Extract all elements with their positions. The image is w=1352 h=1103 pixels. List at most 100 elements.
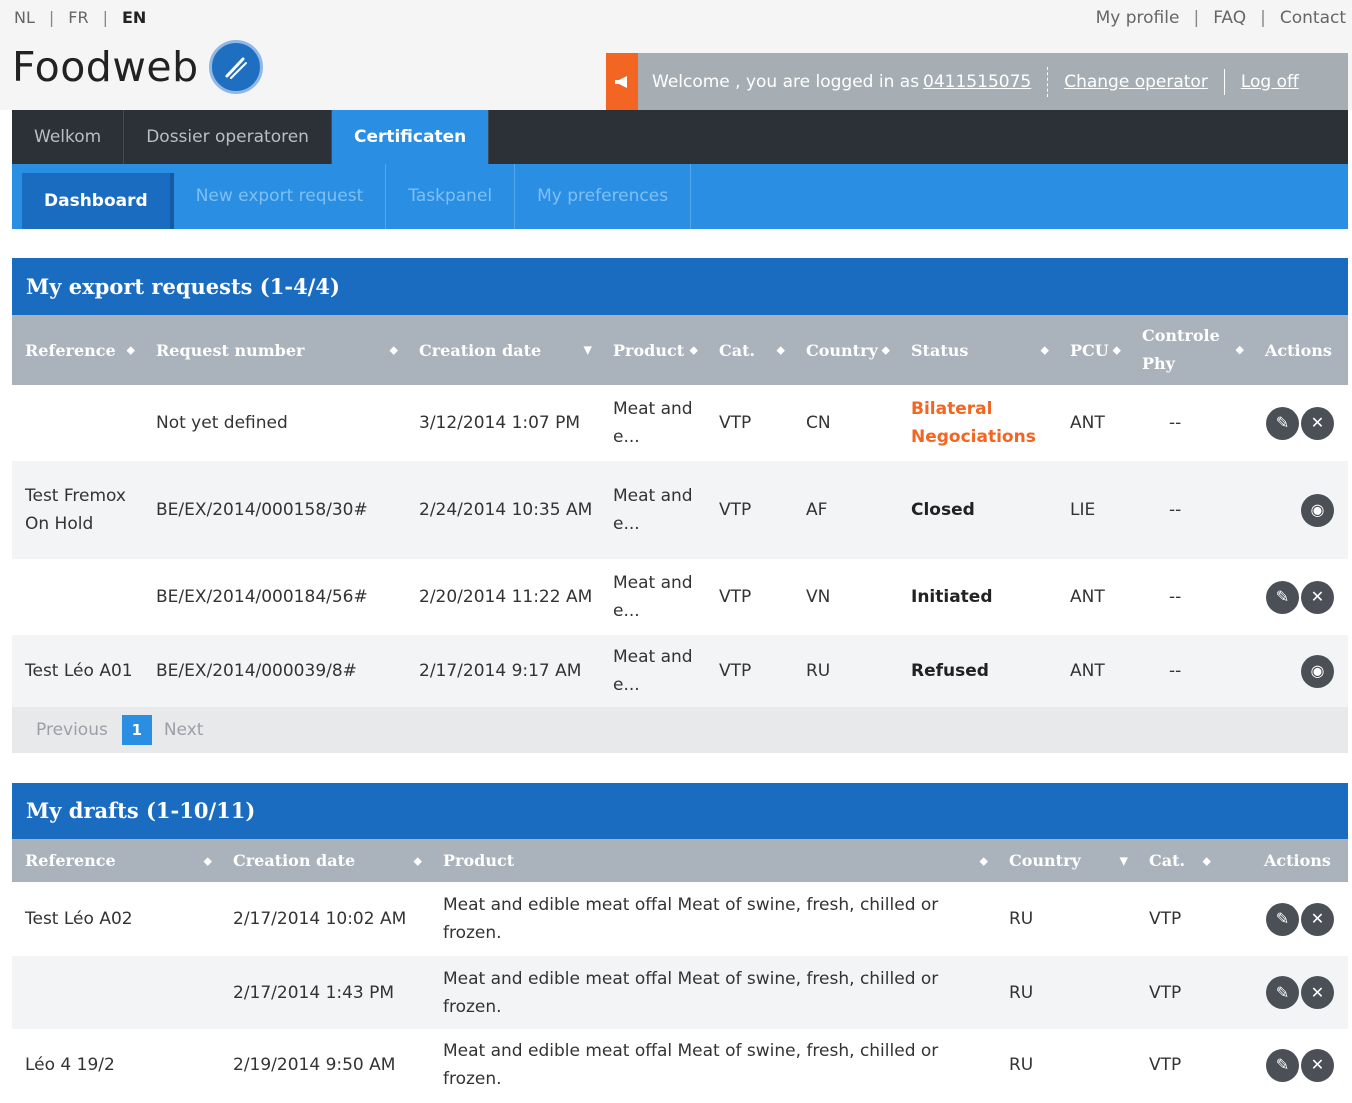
cell-creation-date: 2/17/2014 9:17 AM <box>406 635 600 707</box>
col-request-number[interactable]: Request number ◆ <box>143 315 406 385</box>
cell-product: Meat and edible meat offal Meat of swine… <box>443 1041 939 1089</box>
tab-dossier-operatoren[interactable]: Dossier operatoren <box>124 110 332 164</box>
sort-desc-icon: ▼ <box>1119 854 1128 867</box>
cell-reference <box>12 956 220 1029</box>
col-reference[interactable]: Reference ◆ <box>12 315 143 385</box>
cell-request-number: BE/EX/2014/000158/30# <box>143 461 406 559</box>
edit-icon[interactable]: ✎ <box>1266 976 1299 1009</box>
col-status[interactable]: Status ◆ <box>898 315 1057 385</box>
col-product[interactable]: Product ◆ <box>600 315 706 385</box>
col-cat[interactable]: Cat. ◆ <box>706 315 793 385</box>
delete-icon[interactable]: ✕ <box>1301 902 1334 936</box>
cell-request-number: BE/EX/2014/000039/8# <box>143 635 406 707</box>
cell-controle: -- <box>1169 413 1182 433</box>
sort-icon: ◆ <box>1202 854 1211 867</box>
col-product[interactable]: Product ◆ <box>430 839 996 882</box>
cell-controle: -- <box>1129 461 1252 559</box>
sort-icon: ◆ <box>203 854 212 867</box>
pagination: Previous 1 Next <box>12 707 1348 753</box>
status-badge: Refused <box>898 635 1057 707</box>
top-links: My profile | FAQ | Contact <box>1096 8 1346 28</box>
delete-icon[interactable]: ✕ <box>1301 406 1334 440</box>
faq-link[interactable]: FAQ <box>1213 8 1246 28</box>
sort-icon: ◆ <box>126 343 135 357</box>
cell-actions: ✎ ✕ <box>1252 385 1348 461</box>
subnav-taskpanel[interactable]: Taskpanel <box>386 164 516 229</box>
cell-country: CN <box>806 413 831 433</box>
next-button[interactable]: Next <box>164 720 204 740</box>
sort-icon: ◆ <box>1235 343 1244 356</box>
subnav-dashboard[interactable]: Dashboard <box>22 173 174 229</box>
cell-reference <box>12 385 143 461</box>
divider <box>1047 66 1049 97</box>
drafts-table: Reference ◆ Creation date ◆ Product ◆ Count… <box>12 839 1348 1101</box>
edit-icon[interactable]: ✎ <box>1266 580 1299 614</box>
megaphone-icon[interactable] <box>606 53 638 110</box>
cell-actions: ✎ ✕ <box>1251 1029 1348 1101</box>
cell-cat: VTP <box>1149 1055 1182 1075</box>
edit-icon[interactable]: ✎ <box>1266 1048 1299 1082</box>
page-number-button[interactable]: 1 <box>121 715 152 745</box>
col-country[interactable]: Country ▼ <box>996 839 1136 882</box>
cell-request-number: Not yet defined <box>156 413 288 433</box>
tab-certificaten[interactable]: Certificaten <box>331 110 490 164</box>
cell-actions: ✎ ✕ <box>1251 882 1348 956</box>
subnav-my-preferences[interactable]: My preferences <box>515 164 692 229</box>
cell-reference: Test Léo A02 <box>25 909 133 929</box>
sort-icon: ◆ <box>1040 343 1049 357</box>
view-icon[interactable]: ◉ <box>1301 493 1334 527</box>
cell-country: RU <box>793 635 898 707</box>
lang-nl[interactable]: NL <box>14 8 35 27</box>
cell-reference: Test Léo A01 <box>12 635 143 707</box>
delete-icon[interactable]: ✕ <box>1301 1048 1334 1082</box>
col-country[interactable]: Country ◆ <box>793 315 898 385</box>
cell-request-number: BE/EX/2014/000184/56# <box>156 587 368 607</box>
cell-pcu: ANT <box>1070 413 1105 433</box>
table-row: Test Léo A01 BE/EX/2014/000039/8# 2/17/2… <box>12 635 1348 707</box>
col-reference[interactable]: Reference ◆ <box>12 839 220 882</box>
sort-icon: ◆ <box>881 343 890 357</box>
sort-icon: ◆ <box>689 343 698 357</box>
col-controle-phy[interactable]: Controle Phy ◆ <box>1129 315 1252 385</box>
delete-icon[interactable]: ✕ <box>1301 976 1334 1009</box>
change-operator-link[interactable]: Change operator <box>1064 72 1208 92</box>
export-requests-title: My export requests (1-4/4) <box>12 258 1348 315</box>
lang-fr[interactable]: FR <box>68 8 88 27</box>
cell-actions: ◉ <box>1252 461 1348 559</box>
table-row: 2/17/2014 1:43 PM Meat and edible meat o… <box>12 956 1348 1029</box>
cell-controle: -- <box>1169 587 1182 607</box>
cell-actions: ◉ <box>1252 635 1348 707</box>
col-creation-date[interactable]: Creation date ▼ <box>406 315 600 385</box>
cell-actions: ✎ ✕ <box>1252 559 1348 635</box>
lang-en[interactable]: EN <box>122 8 146 27</box>
lang-separator: | <box>48 8 55 27</box>
operator-number[interactable]: 0411515075 <box>923 72 1031 92</box>
view-icon[interactable]: ◉ <box>1301 654 1334 688</box>
cell-cat: VTP <box>1149 909 1182 929</box>
edit-icon[interactable]: ✎ <box>1266 406 1299 440</box>
tab-welkom[interactable]: Welkom <box>12 110 125 164</box>
logo[interactable]: Foodweb <box>12 40 263 94</box>
col-creation-date[interactable]: Creation date ◆ <box>220 839 430 882</box>
my-profile-link[interactable]: My profile <box>1096 8 1180 28</box>
link-separator: | <box>1193 8 1200 28</box>
col-pcu[interactable]: PCU ◆ <box>1057 315 1129 385</box>
log-off-link[interactable]: Log off <box>1241 72 1299 92</box>
sort-desc-icon: ▼ <box>583 343 592 357</box>
table-row: BE/EX/2014/000184/56# 2/20/2014 11:22 AM… <box>12 559 1348 635</box>
cell-reference: Test Fremox On Hold <box>12 461 143 559</box>
cell-creation-date: 2/20/2014 11:22 AM <box>419 587 593 607</box>
previous-button[interactable]: Previous <box>36 720 108 740</box>
contact-link[interactable]: Contact <box>1280 8 1346 28</box>
cell-product: Meat and e... <box>600 461 706 559</box>
cell-product: Meat and edible meat offal Meat of swine… <box>430 956 996 1029</box>
col-actions: Actions <box>1251 839 1348 882</box>
subnav-new-export-request[interactable]: New export request <box>174 164 387 229</box>
sort-icon: ◆ <box>413 854 422 867</box>
col-cat[interactable]: Cat. ◆ <box>1136 839 1251 882</box>
cell-country: VN <box>806 587 831 607</box>
cell-product: Meat and e... <box>613 399 693 447</box>
edit-icon[interactable]: ✎ <box>1266 902 1299 936</box>
delete-icon[interactable]: ✕ <box>1301 580 1334 614</box>
divider <box>1223 68 1225 95</box>
